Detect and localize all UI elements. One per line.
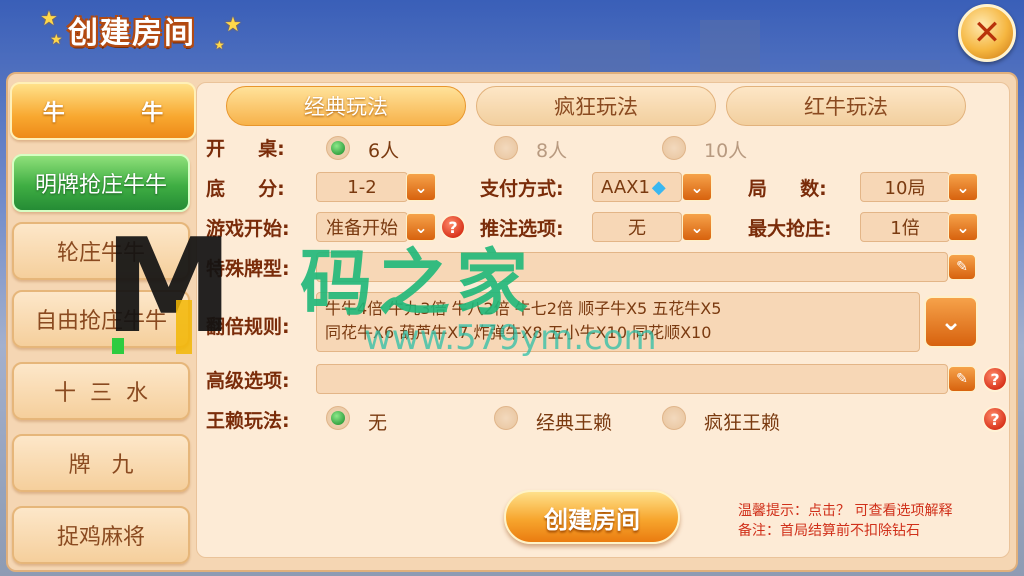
sidebar-item-zhuoji[interactable]: 捉鸡麻将 (12, 506, 190, 564)
sidebar-item-label: 十 三 水 (54, 381, 148, 406)
title-banner: ★ ★ ★ ★ 创建房间 (28, 2, 248, 58)
watermark-url: www.579ym.com (364, 318, 657, 358)
tab-crazy[interactable]: 疯狂玩法 (476, 86, 716, 126)
sidebar-item-niuniu[interactable]: 牛 牛 (10, 82, 196, 140)
base-score-value: 1-2 (347, 176, 377, 198)
sidebar-item-label: 牌 九 (68, 453, 134, 478)
radio-6-players[interactable] (326, 136, 350, 160)
advanced-field[interactable] (316, 364, 948, 394)
option-wildcard-classic: 经典王赖 (536, 412, 613, 434)
chevron-down-icon[interactable]: ⌄ (682, 213, 712, 241)
watermark-accent (112, 338, 124, 354)
table-size-label: 开 桌: (206, 138, 285, 160)
chevron-down-icon[interactable]: ⌄ (406, 173, 436, 201)
star-icon: ★ (214, 38, 225, 52)
pin-icon[interactable]: ✎ (948, 366, 976, 392)
radio-wildcard-none[interactable] (326, 406, 350, 430)
max-grab-value: 1倍 (890, 218, 920, 239)
sidebar-item-label: 牛 牛 (42, 101, 164, 126)
option-wildcard-none: 无 (368, 412, 388, 434)
tip-text: 温馨提示：点击？ 可查看选项解释 (738, 503, 953, 519)
option-10-players: 10人 (704, 140, 748, 162)
base-score-label: 底 分: (206, 178, 285, 200)
tab-label: 疯狂玩法 (554, 95, 638, 119)
base-score-select[interactable]: 1-2 (316, 172, 408, 202)
payment-value: AAX1 (601, 176, 650, 198)
star-icon: ★ (40, 6, 58, 30)
chevron-down-icon[interactable]: ⌄ (682, 173, 712, 201)
rounds-select[interactable]: 10局 (860, 172, 950, 202)
page-title: 创建房间 (68, 16, 196, 51)
star-icon: ★ (50, 32, 63, 48)
advanced-label: 高级选项: (206, 370, 290, 392)
rounds-value: 10局 (884, 178, 926, 199)
radio-10-players[interactable] (662, 136, 686, 160)
payment-select[interactable]: AAX1 ◆ (592, 172, 682, 202)
close-button[interactable]: ✕ (958, 4, 1016, 62)
max-grab-label: 最大抢庄: (748, 218, 832, 240)
wildcard-label: 王赖玩法: (206, 410, 290, 432)
option-6-players: 6人 (368, 140, 400, 162)
payment-label: 支付方式: (480, 178, 564, 200)
watermark-accent (176, 300, 192, 354)
bet-option-value: 无 (628, 218, 646, 239)
chevron-down-icon[interactable]: ⌄ (924, 296, 978, 348)
rounds-label: 局 数: (748, 178, 827, 200)
help-icon[interactable]: ? (982, 406, 1008, 432)
note-text: 备注：首局结算前不扣除钻石 (738, 523, 920, 539)
chevron-down-icon[interactable]: ⌄ (948, 213, 978, 241)
tab-red-niu[interactable]: 红牛玩法 (726, 86, 966, 126)
tab-classic[interactable]: 经典玩法 (226, 86, 466, 126)
star-icon: ★ (224, 12, 242, 36)
close-icon: ✕ (972, 13, 1002, 53)
create-room-label: 创建房间 (544, 505, 640, 534)
tab-label: 经典玩法 (304, 95, 388, 119)
radio-8-players[interactable] (494, 136, 518, 160)
tab-label: 红牛玩法 (804, 95, 888, 119)
watermark-text: 码之家 (300, 241, 535, 325)
help-icon[interactable]: ? (982, 366, 1008, 392)
diamond-icon: ◆ (651, 176, 666, 198)
sidebar-item-mingpai[interactable]: 明牌抢庄牛牛 (12, 154, 190, 212)
max-grab-select[interactable]: 1倍 (860, 212, 950, 242)
chevron-down-icon[interactable]: ⌄ (948, 173, 978, 201)
sidebar-item-shisanshui[interactable]: 十 三 水 (12, 362, 190, 420)
sidebar-item-paijiu[interactable]: 牌 九 (12, 434, 190, 492)
option-wildcard-crazy: 疯狂王赖 (704, 412, 781, 434)
radio-wildcard-classic[interactable] (494, 406, 518, 430)
radio-wildcard-crazy[interactable] (662, 406, 686, 430)
bet-option-select[interactable]: 无 (592, 212, 682, 242)
option-8-players: 8人 (536, 140, 568, 162)
sidebar-item-label: 捉鸡麻将 (56, 525, 145, 550)
create-room-button[interactable]: 创建房间 (504, 490, 680, 544)
sidebar-item-label: 明牌抢庄牛牛 (34, 173, 167, 198)
pin-icon[interactable]: ✎ (948, 254, 976, 280)
